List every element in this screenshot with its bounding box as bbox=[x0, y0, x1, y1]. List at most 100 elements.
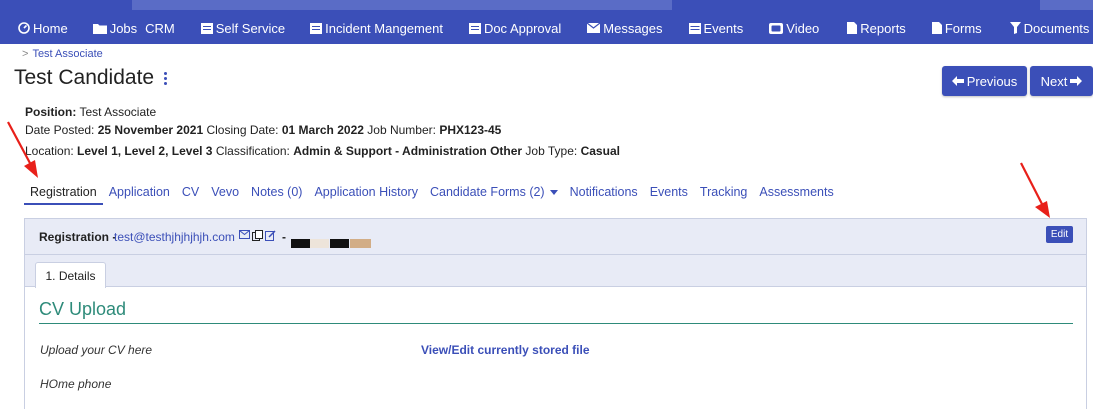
breadcrumb-separator: > bbox=[22, 48, 29, 60]
previous-button[interactable]: Previous bbox=[942, 66, 1027, 96]
candidate-tabs: Registration Application CV Vevo Notes (… bbox=[24, 183, 840, 207]
location-value: Level 1, Level 2, Level 3 bbox=[77, 144, 213, 158]
job-number-value: PHX123-45 bbox=[439, 123, 502, 137]
classification-value: Admin & Support - Administration Other bbox=[293, 144, 523, 158]
tab-cv[interactable]: CV bbox=[176, 183, 205, 203]
position-line: Position: Test Associate bbox=[25, 105, 156, 119]
file-icon bbox=[847, 22, 858, 34]
nav-home[interactable]: Home bbox=[18, 21, 68, 36]
nav-forms[interactable]: Forms bbox=[931, 21, 982, 36]
location-line: Location: Level 1, Level 2, Level 3 Clas… bbox=[25, 144, 620, 158]
kebab-menu-icon[interactable] bbox=[164, 71, 168, 85]
nav-crm[interactable]: CRM bbox=[145, 21, 175, 36]
details-subtabs: 1. Details bbox=[25, 255, 1086, 288]
nav-crm-label: CRM bbox=[145, 20, 175, 36]
section-title-cv-upload: CV Upload bbox=[39, 299, 127, 319]
section-divider bbox=[39, 323, 1073, 324]
tab-notes[interactable]: Notes (0) bbox=[245, 183, 308, 203]
classification-label: Classification: bbox=[215, 144, 290, 158]
nav-home-label: Home bbox=[33, 20, 68, 36]
subtab-details[interactable]: 1. Details bbox=[35, 262, 106, 288]
view-edit-cv-link[interactable]: View/Edit currently stored file bbox=[421, 343, 590, 357]
email-actions bbox=[239, 230, 276, 241]
nav-reports[interactable]: Reports bbox=[847, 21, 906, 36]
job-type-value: Casual bbox=[580, 144, 620, 158]
list-icon bbox=[310, 22, 323, 34]
nav-doc-approval[interactable]: Doc Approval bbox=[468, 20, 562, 36]
tab-notifications[interactable]: Notifications bbox=[564, 183, 644, 203]
breadcrumb-link[interactable]: Test Associate bbox=[32, 48, 102, 60]
date-posted-value: 25 November 2021 bbox=[97, 123, 204, 137]
tab-assessments[interactable]: Assessments bbox=[753, 183, 839, 203]
position-value: Test Associate bbox=[79, 105, 157, 119]
arrow-left-icon bbox=[951, 76, 964, 86]
closing-date-value: 01 March 2022 bbox=[281, 123, 364, 137]
breadcrumb: > Test Associate bbox=[22, 48, 103, 60]
nav-messages-label: Messages bbox=[603, 20, 663, 36]
main-nav: Home Jobs CRM Self Service Incident Mang… bbox=[0, 16, 1093, 40]
envelope-icon bbox=[587, 23, 601, 33]
nav-jobs-label: Jobs bbox=[109, 20, 138, 36]
redaction-block bbox=[350, 239, 371, 248]
nav-reports-label: Reports bbox=[860, 20, 906, 36]
file-icon bbox=[931, 22, 942, 34]
nav-incident-management-label: Incident Mangement bbox=[325, 20, 443, 36]
tab-tracking[interactable]: Tracking bbox=[694, 183, 753, 203]
registration-label: Registration - bbox=[39, 230, 117, 244]
tab-candidate-forms-label: Candidate Forms (2) bbox=[429, 185, 545, 199]
registration-panel: Registration - test@testhjhjhjhjh.com - … bbox=[24, 218, 1087, 409]
filter-icon bbox=[1009, 22, 1021, 34]
caret-down-icon bbox=[549, 189, 558, 195]
previous-button-label: Previous bbox=[966, 73, 1018, 89]
copy-icon[interactable] bbox=[252, 230, 263, 241]
calendar-icon bbox=[688, 23, 701, 34]
page-title-text: Test Candidate bbox=[14, 66, 155, 89]
list-icon bbox=[200, 22, 213, 34]
nav-video[interactable]: Video bbox=[769, 21, 819, 36]
location-label: Location: bbox=[25, 144, 74, 158]
arrow-right-icon bbox=[1070, 76, 1083, 86]
nav-documents[interactable]: Documents bbox=[1009, 20, 1090, 36]
nav-messages[interactable]: Messages bbox=[587, 20, 663, 36]
job-type-label: Job Type: bbox=[525, 144, 578, 158]
nav-self-service[interactable]: Self Service bbox=[200, 20, 286, 36]
tab-application-history[interactable]: Application History bbox=[308, 183, 424, 203]
nav-self-service-label: Self Service bbox=[215, 20, 286, 36]
nav-documents-label: Documents bbox=[1023, 20, 1090, 36]
closing-date-label: Closing Date: bbox=[206, 123, 279, 137]
tab-candidate-forms[interactable]: Candidate Forms (2) bbox=[424, 183, 564, 203]
nav-events[interactable]: Events bbox=[688, 20, 744, 36]
nav-jobs[interactable]: Jobs bbox=[92, 20, 138, 36]
top-navigation-bar: Home Jobs CRM Self Service Incident Mang… bbox=[0, 0, 1093, 44]
cv-upload-label: Upload your CV here bbox=[40, 343, 153, 357]
next-button-label: Next bbox=[1040, 73, 1068, 89]
redaction-block bbox=[330, 239, 349, 248]
dates-line: Date Posted: 25 November 2021 Closing Da… bbox=[25, 123, 501, 137]
video-icon bbox=[769, 22, 784, 34]
date-posted-label: Date Posted: bbox=[25, 123, 95, 137]
folder-icon bbox=[92, 23, 107, 34]
tab-vevo[interactable]: Vevo bbox=[205, 183, 245, 203]
nav-doc-approval-label: Doc Approval bbox=[483, 20, 562, 36]
page-title: Test Candidate bbox=[14, 66, 168, 90]
nav-events-label: Events bbox=[703, 20, 744, 36]
envelope-icon[interactable] bbox=[239, 230, 250, 239]
next-button[interactable]: Next bbox=[1030, 66, 1093, 96]
edit-icon[interactable] bbox=[265, 230, 276, 241]
redaction-block bbox=[310, 239, 329, 248]
phone-separator: - bbox=[282, 230, 286, 244]
nav-incident-management[interactable]: Incident Mangement bbox=[310, 21, 443, 36]
tab-events[interactable]: Events bbox=[644, 183, 694, 203]
tab-application[interactable]: Application bbox=[103, 183, 176, 203]
home-phone-label: HOme phone bbox=[40, 377, 112, 391]
nav-video-label: Video bbox=[786, 20, 820, 36]
annotation-arrow-icon bbox=[1020, 162, 1050, 218]
nav-top-strip-right bbox=[1040, 0, 1093, 10]
redaction-block bbox=[291, 239, 310, 248]
nav-top-strip bbox=[132, 0, 672, 10]
edit-button[interactable]: Edit bbox=[1046, 226, 1073, 243]
tab-registration[interactable]: Registration bbox=[24, 183, 103, 205]
candidate-email-link[interactable]: test@testhjhjhjhjh.com bbox=[114, 230, 235, 244]
list-icon bbox=[468, 22, 481, 34]
position-label: Position: bbox=[25, 105, 77, 119]
